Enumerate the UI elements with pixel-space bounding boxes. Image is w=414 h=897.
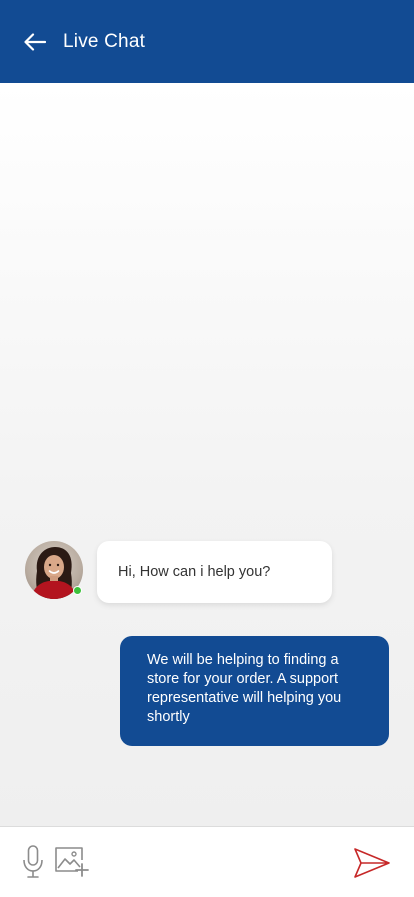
add-image-icon [55,847,89,877]
send-button[interactable] [353,847,391,879]
message-bubble-user: We will be helping to finding a store fo… [120,636,389,746]
add-image-button[interactable] [54,846,90,878]
message-bubble-agent: Hi, How can i help you? [97,541,332,603]
arrow-left-icon [24,32,46,51]
send-icon [354,848,390,878]
chat-area[interactable]: Hi, How can i help you? We will be helpi… [0,83,414,826]
page-title: Live Chat [63,30,146,52]
back-button[interactable] [20,27,50,57]
microphone-button[interactable] [22,845,44,879]
app-bar: Live Chat [0,0,414,83]
online-status-indicator [73,586,82,595]
message-composer [0,826,414,897]
microphone-icon [23,845,43,878]
